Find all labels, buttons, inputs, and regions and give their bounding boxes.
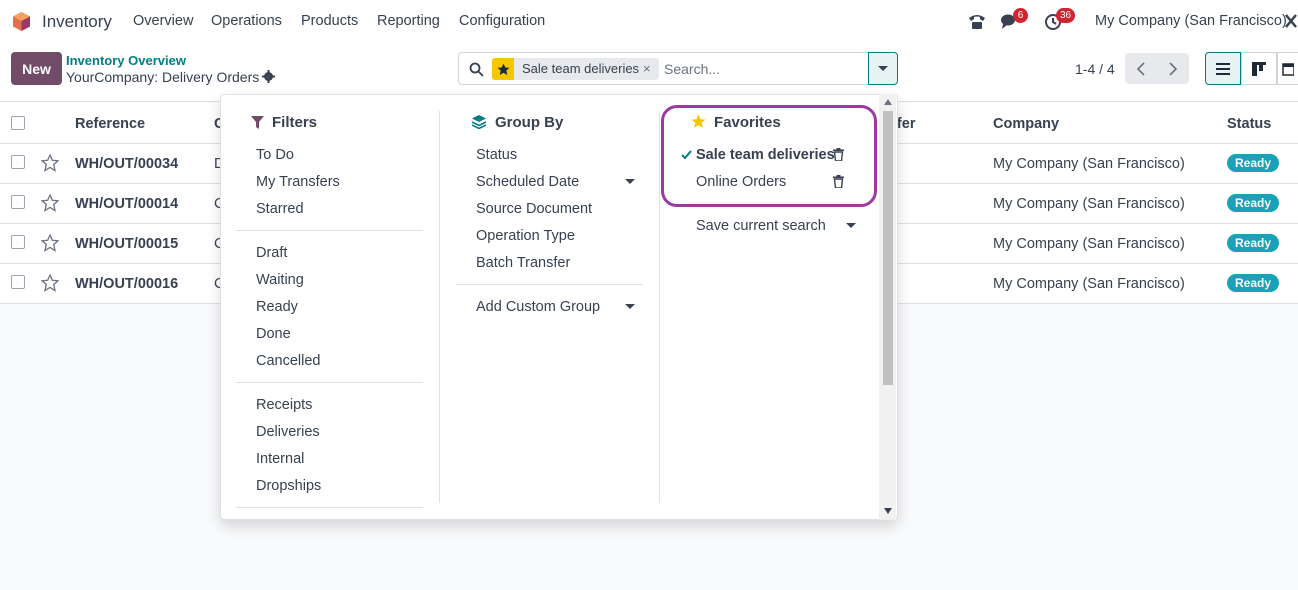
search-bar[interactable]: Sale team deliveries × — [458, 52, 869, 85]
status-badge: Ready — [1227, 274, 1279, 292]
app-title[interactable]: Inventory — [42, 12, 112, 32]
caret-down-icon — [878, 66, 888, 71]
list-view-button[interactable] — [1205, 52, 1241, 85]
column-divider — [659, 111, 660, 503]
search-input[interactable] — [664, 58, 854, 80]
filter-draft[interactable]: Draft — [256, 245, 287, 261]
select-all-checkbox[interactable] — [11, 116, 25, 130]
favorites-highlight — [661, 105, 877, 207]
row-company: My Company (San Francisco) — [993, 276, 1185, 292]
caret-down-icon[interactable] — [625, 304, 635, 309]
nav-overview[interactable]: Overview — [133, 13, 193, 29]
search-icon[interactable] — [469, 62, 484, 77]
chevron-left-icon — [1136, 61, 1145, 76]
nav-products[interactable]: Products — [301, 13, 358, 29]
group-by-batch-transfer[interactable]: Batch Transfer — [476, 255, 570, 271]
star-icon[interactable] — [41, 154, 59, 172]
nav-operations[interactable]: Operations — [211, 13, 282, 29]
phone-icon[interactable] — [967, 12, 987, 30]
group-by-divider — [456, 284, 643, 285]
add-custom-group-select[interactable]: Add Custom Group — [476, 299, 600, 315]
filter-dropships[interactable]: Dropships — [256, 478, 321, 494]
row-company: My Company (San Francisco) — [993, 236, 1185, 252]
star-icon[interactable] — [41, 194, 59, 212]
filters-divider — [236, 382, 423, 383]
column-reference[interactable]: Reference — [75, 116, 145, 132]
filter-deliveries[interactable]: Deliveries — [256, 424, 320, 440]
group-by-source-document[interactable]: Source Document — [476, 201, 592, 217]
tools-icon[interactable] — [1284, 12, 1298, 30]
group-by-scheduled-date[interactable]: Scheduled Date — [476, 174, 579, 190]
row-checkbox[interactable] — [11, 155, 25, 169]
row-checkbox[interactable] — [11, 275, 25, 289]
status-badge: Ready — [1227, 154, 1279, 172]
row-reference: WH/OUT/00034 — [75, 156, 179, 172]
company-switcher[interactable]: My Company (San Francisco) — [1095, 13, 1287, 29]
filter-icon — [251, 116, 264, 129]
row-reference: WH/OUT/00016 — [75, 276, 179, 292]
layers-icon — [472, 115, 486, 129]
group-by-status[interactable]: Status — [476, 147, 517, 163]
gear-icon[interactable] — [262, 70, 275, 83]
filters-divider — [236, 230, 423, 231]
pager-next-button[interactable] — [1157, 53, 1189, 84]
calendar-view-button[interactable] — [1277, 52, 1298, 85]
scrollbar-thumb[interactable] — [883, 111, 893, 385]
filter-cancelled[interactable]: Cancelled — [256, 353, 321, 369]
filter-waiting[interactable]: Waiting — [256, 272, 304, 288]
filter-ready[interactable]: Ready — [256, 299, 298, 315]
filters-title: Filters — [272, 114, 318, 131]
search-facet: Sale team deliveries — [514, 58, 659, 80]
column-divider — [439, 111, 440, 503]
favorite-facet-star-icon — [492, 58, 514, 80]
save-current-search[interactable]: Save current search — [696, 218, 826, 234]
kanban-view-icon — [1252, 61, 1266, 76]
pager-value[interactable]: 1-4 / 4 — [1075, 61, 1115, 77]
column-company[interactable]: Company — [993, 116, 1059, 132]
row-checkbox[interactable] — [11, 195, 25, 209]
filters-divider — [236, 507, 423, 508]
filter-to-do[interactable]: To Do — [256, 147, 294, 163]
facet-remove-icon[interactable]: × — [643, 58, 651, 80]
messages-badge: 6 — [1013, 8, 1028, 23]
filter-done[interactable]: Done — [256, 326, 291, 342]
row-reference: WH/OUT/00015 — [75, 236, 179, 252]
breadcrumb-parent[interactable]: Inventory Overview — [66, 53, 186, 68]
row-company: My Company (San Francisco) — [993, 196, 1185, 212]
column-status[interactable]: Status — [1227, 116, 1271, 132]
status-badge: Ready — [1227, 234, 1279, 252]
kanban-view-button[interactable] — [1241, 52, 1277, 85]
filter-starred[interactable]: Starred — [256, 201, 304, 217]
group-by-title: Group By — [495, 114, 564, 131]
scroll-up-icon[interactable] — [884, 99, 892, 105]
star-icon[interactable] — [41, 234, 59, 252]
caret-down-icon[interactable] — [846, 223, 856, 228]
nav-configuration[interactable]: Configuration — [459, 13, 545, 29]
pager-previous-button[interactable] — [1125, 53, 1157, 84]
caret-down-icon[interactable] — [625, 179, 635, 184]
top-navbar: Inventory Overview Operations Products R… — [0, 0, 1298, 42]
activities-badge: 36 — [1056, 8, 1076, 23]
calendar-view-icon — [1282, 62, 1294, 76]
status-badge: Ready — [1227, 194, 1279, 212]
filter-internal[interactable]: Internal — [256, 451, 304, 467]
new-button[interactable]: New — [11, 52, 62, 85]
row-company: My Company (San Francisco) — [993, 156, 1185, 172]
list-view-icon — [1216, 62, 1230, 75]
nav-reporting[interactable]: Reporting — [377, 13, 440, 29]
filter-my-transfers[interactable]: My Transfers — [256, 174, 340, 190]
filter-receipts[interactable]: Receipts — [256, 397, 312, 413]
breadcrumb-current: YourCompany: Delivery Orders — [66, 69, 260, 85]
search-options-toggle[interactable] — [868, 52, 898, 85]
inventory-app-icon[interactable] — [11, 11, 32, 32]
group-by-operation-type[interactable]: Operation Type — [476, 228, 575, 244]
row-reference: WH/OUT/00014 — [75, 196, 179, 212]
row-checkbox[interactable] — [11, 235, 25, 249]
chevron-right-icon — [1169, 61, 1178, 76]
star-icon[interactable] — [41, 274, 59, 292]
scroll-down-icon[interactable] — [884, 508, 892, 514]
